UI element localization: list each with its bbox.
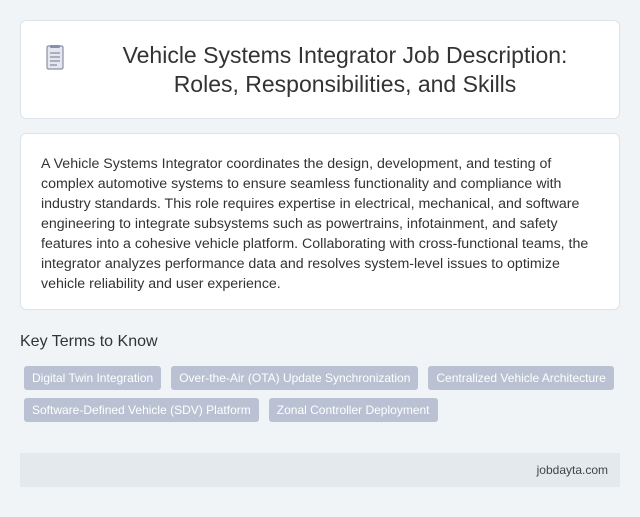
key-term-tag[interactable]: Digital Twin Integration: [24, 366, 162, 390]
description-text: A Vehicle Systems Integrator coordinates…: [41, 156, 589, 292]
key-terms-tags: Digital Twin Integration Over-the-Air (O…: [20, 366, 620, 430]
key-term-tag[interactable]: Centralized Vehicle Architecture: [428, 366, 614, 390]
title-wrap: Vehicle Systems Integrator Job Descripti…: [41, 41, 599, 99]
page-title: Vehicle Systems Integrator Job Descripti…: [122, 41, 568, 97]
title-card: Vehicle Systems Integrator Job Descripti…: [20, 20, 620, 119]
key-term-tag[interactable]: Zonal Controller Deployment: [268, 398, 438, 422]
key-term-tag[interactable]: Software-Defined Vehicle (SDV) Platform: [24, 398, 259, 422]
footer-source-link[interactable]: jobdayta.com: [537, 463, 608, 477]
key-term-tag[interactable]: Over-the-Air (OTA) Update Synchronizatio…: [171, 366, 419, 390]
footer: jobdayta.com: [20, 453, 620, 487]
document-icon: [41, 43, 69, 73]
description-card: A Vehicle Systems Integrator coordinates…: [20, 133, 620, 310]
key-terms-heading: Key Terms to Know: [20, 333, 158, 350]
page: Vehicle Systems Integrator Job Descripti…: [0, 0, 640, 517]
